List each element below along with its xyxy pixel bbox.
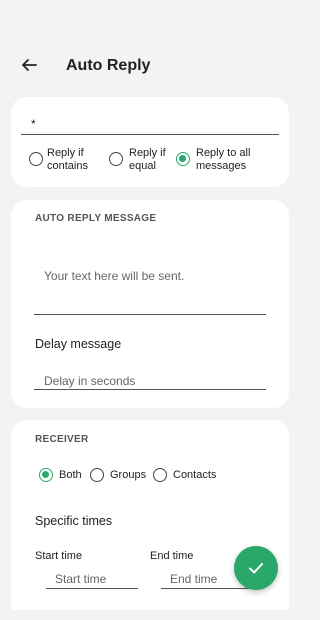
option-label: Reply to all messages: [196, 147, 251, 172]
check-icon: [249, 563, 263, 574]
radio-contains[interactable]: [29, 152, 43, 166]
message-card: AUTO REPLY MESSAGE Your text here will b…: [11, 200, 289, 408]
keyword-card: * Reply if contains Reply if equal Reply…: [11, 97, 289, 187]
specific-times-label: Specific times: [35, 514, 113, 528]
option-label: Reply if equal: [129, 147, 166, 172]
radio-groups[interactable]: [90, 468, 104, 482]
radio-both[interactable]: [39, 468, 53, 482]
radio-all[interactable]: [176, 152, 190, 166]
option-label: Contacts: [173, 469, 217, 481]
app-bar: Auto Reply: [0, 40, 300, 90]
delay-input-underline: [34, 389, 266, 390]
save-fab-button[interactable]: [234, 546, 278, 590]
option-label: Both: [59, 469, 82, 481]
delay-label: Delay message: [35, 337, 122, 351]
option-label: Reply if contains: [47, 147, 88, 172]
start-time-label: Start time: [35, 550, 83, 562]
message-input[interactable]: Your text here will be sent.: [44, 269, 184, 283]
end-time-input[interactable]: End time: [170, 572, 217, 586]
section-title: RECEIVER: [35, 434, 89, 445]
radio-equal[interactable]: [109, 152, 123, 166]
page-title: Auto Reply: [66, 57, 151, 74]
option-label: Groups: [110, 469, 147, 481]
start-time-underline: [46, 588, 138, 589]
end-time-underline: [161, 588, 253, 589]
start-time-input[interactable]: Start time: [55, 572, 106, 586]
radio-contacts[interactable]: [153, 468, 167, 482]
message-input-underline: [34, 314, 266, 315]
back-arrow-icon[interactable]: [20, 56, 38, 74]
section-title: AUTO REPLY MESSAGE: [35, 213, 157, 224]
keyword-input-underline: [21, 134, 279, 135]
keyword-input[interactable]: *: [31, 117, 36, 131]
end-time-label: End time: [150, 550, 194, 562]
delay-input[interactable]: Delay in seconds: [44, 374, 135, 388]
